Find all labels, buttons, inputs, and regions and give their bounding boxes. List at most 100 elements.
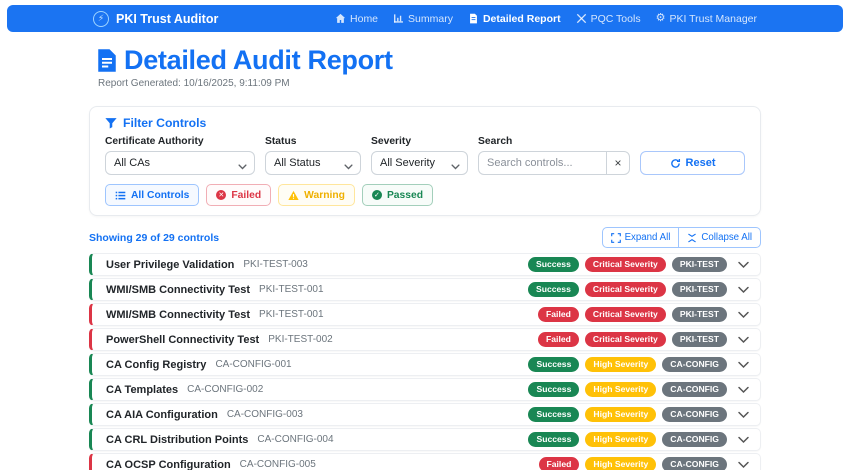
filter-warning-button[interactable]: Warning xyxy=(278,184,355,206)
search-input[interactable] xyxy=(478,151,607,175)
tools-icon xyxy=(576,13,587,24)
control-row[interactable]: WMI/SMB Connectivity Test PKI-TEST-001 S… xyxy=(89,278,761,301)
control-row[interactable]: CA CRL Distribution Points CA-CONFIG-004… xyxy=(89,428,761,451)
brand-title: PKI Trust Auditor xyxy=(116,12,218,26)
check-circle-icon: ✓ xyxy=(372,190,382,200)
results-count: Showing 29 of 29 controls xyxy=(89,232,219,244)
category-badge: PKI-TEST xyxy=(672,332,727,347)
chevron-down-icon[interactable] xyxy=(737,361,750,369)
chevron-down-icon[interactable] xyxy=(737,436,750,444)
control-id: CA-CONFIG-005 xyxy=(240,459,316,470)
control-name: PowerShell Connectivity Test xyxy=(106,334,259,346)
severity-filter-label: Severity xyxy=(371,136,468,147)
category-badge: CA-CONFIG xyxy=(662,357,727,372)
expand-icon xyxy=(611,233,621,243)
nav-item-detailed-report[interactable]: Detailed Report xyxy=(468,13,561,25)
category-badge: PKI-TEST xyxy=(672,257,727,272)
category-badge: CA-CONFIG xyxy=(662,407,727,422)
severity-select[interactable]: All Severity xyxy=(371,151,468,175)
control-row[interactable]: User Privilege Validation PKI-TEST-003 S… xyxy=(89,253,761,276)
category-badge: PKI-TEST xyxy=(672,282,727,297)
nav-item-summary[interactable]: Summary xyxy=(393,13,453,25)
chevron-down-icon xyxy=(344,161,353,173)
category-badge: CA-CONFIG xyxy=(662,382,727,397)
status-filter-label: Status xyxy=(265,136,361,147)
filter-passed-button[interactable]: ✓ Passed xyxy=(362,184,433,206)
status-badge: Success xyxy=(528,407,579,422)
controls-list: User Privilege Validation PKI-TEST-003 S… xyxy=(89,253,761,470)
nav-item-home[interactable]: Home xyxy=(335,13,378,25)
page-title: Detailed Audit Report xyxy=(89,45,761,75)
control-id: CA-CONFIG-002 xyxy=(187,384,263,395)
chevron-down-icon[interactable] xyxy=(737,411,750,419)
control-row[interactable]: PowerShell Connectivity Test PKI-TEST-00… xyxy=(89,328,761,351)
collapse-all-button[interactable]: Collapse All xyxy=(678,227,761,248)
ca-select[interactable]: All CAs xyxy=(105,151,255,175)
category-badge: CA-CONFIG xyxy=(662,432,727,447)
nav-item-pqc-tools[interactable]: PQC Tools xyxy=(576,13,641,25)
control-name: CA Templates xyxy=(106,384,178,396)
control-name: CA CRL Distribution Points xyxy=(106,434,248,446)
control-row[interactable]: CA Config Registry CA-CONFIG-001 Success… xyxy=(89,353,761,376)
category-badge: PKI-TEST xyxy=(672,307,727,322)
status-badge: Success xyxy=(528,257,579,272)
brand-link[interactable]: ⚡ PKI Trust Auditor xyxy=(93,11,218,27)
status-select[interactable]: All Status xyxy=(265,151,361,175)
category-badge: CA-CONFIG xyxy=(662,457,727,470)
severity-badge: High Severity xyxy=(585,407,656,422)
status-badge: Failed xyxy=(538,307,579,322)
clear-search-button[interactable]: × xyxy=(606,151,630,175)
top-navbar: ⚡ PKI Trust Auditor Home Summary Detaile… xyxy=(7,5,843,32)
status-badge: Success xyxy=(528,357,579,372)
control-row[interactable]: WMI/SMB Connectivity Test PKI-TEST-001 F… xyxy=(89,303,761,326)
control-id: CA-CONFIG-004 xyxy=(257,434,333,445)
control-id: PKI-TEST-002 xyxy=(268,334,332,345)
control-id: PKI-TEST-001 xyxy=(259,284,323,295)
report-generated-timestamp: Report Generated: 10/16/2025, 9:11:09 PM xyxy=(89,78,761,89)
control-name: User Privilege Validation xyxy=(106,259,234,271)
chevron-down-icon[interactable] xyxy=(737,461,750,469)
filter-all-controls-button[interactable]: All Controls xyxy=(105,184,199,206)
control-id: CA-CONFIG-001 xyxy=(215,359,291,370)
control-row[interactable]: CA AIA Configuration CA-CONFIG-003 Succe… xyxy=(89,403,761,426)
chevron-down-icon xyxy=(451,161,460,173)
control-name: CA Config Registry xyxy=(106,359,206,371)
collapse-icon xyxy=(687,233,697,243)
search-filter-label: Search xyxy=(478,136,630,147)
control-id: PKI-TEST-001 xyxy=(259,309,323,320)
nav-links: Home Summary Detailed Report PQC Tools ⚙… xyxy=(335,13,757,25)
chevron-down-icon[interactable] xyxy=(737,261,750,269)
severity-badge: Critical Severity xyxy=(585,257,666,272)
chevron-down-icon[interactable] xyxy=(737,311,750,319)
lightning-circle-icon: ⚡ xyxy=(93,11,109,27)
reset-button[interactable]: Reset xyxy=(640,151,745,175)
control-id: CA-CONFIG-003 xyxy=(227,409,303,420)
chevron-down-icon xyxy=(238,161,247,173)
gear-icon: ⚙ xyxy=(656,13,666,24)
x-circle-icon: ✕ xyxy=(216,190,226,200)
chevron-down-icon[interactable] xyxy=(737,286,750,294)
list-icon xyxy=(115,190,126,201)
expand-all-button[interactable]: Expand All xyxy=(602,227,680,248)
document-icon xyxy=(97,49,117,72)
status-badge: Success xyxy=(528,432,579,447)
control-name: CA OCSP Configuration xyxy=(106,459,231,470)
control-name: WMI/SMB Connectivity Test xyxy=(106,284,250,296)
expand-collapse-group: Expand All Collapse All xyxy=(602,227,761,248)
chevron-down-icon[interactable] xyxy=(737,336,750,344)
severity-badge: High Severity xyxy=(585,357,656,372)
control-row[interactable]: CA OCSP Configuration CA-CONFIG-005 Fail… xyxy=(89,453,761,470)
control-row[interactable]: CA Templates CA-CONFIG-002 Success High … xyxy=(89,378,761,401)
filter-failed-button[interactable]: ✕ Failed xyxy=(206,184,271,206)
status-badge: Failed xyxy=(539,457,580,470)
chevron-down-icon[interactable] xyxy=(737,386,750,394)
warning-triangle-icon xyxy=(288,190,299,201)
status-badge: Success xyxy=(528,382,579,397)
status-badge: Failed xyxy=(538,332,579,347)
nav-item-pki-trust-manager[interactable]: ⚙ PKI Trust Manager xyxy=(656,13,757,25)
control-name: WMI/SMB Connectivity Test xyxy=(106,309,250,321)
status-badge: Success xyxy=(528,282,579,297)
report-icon xyxy=(468,13,479,24)
home-icon xyxy=(335,13,346,24)
severity-badge: Critical Severity xyxy=(585,282,666,297)
